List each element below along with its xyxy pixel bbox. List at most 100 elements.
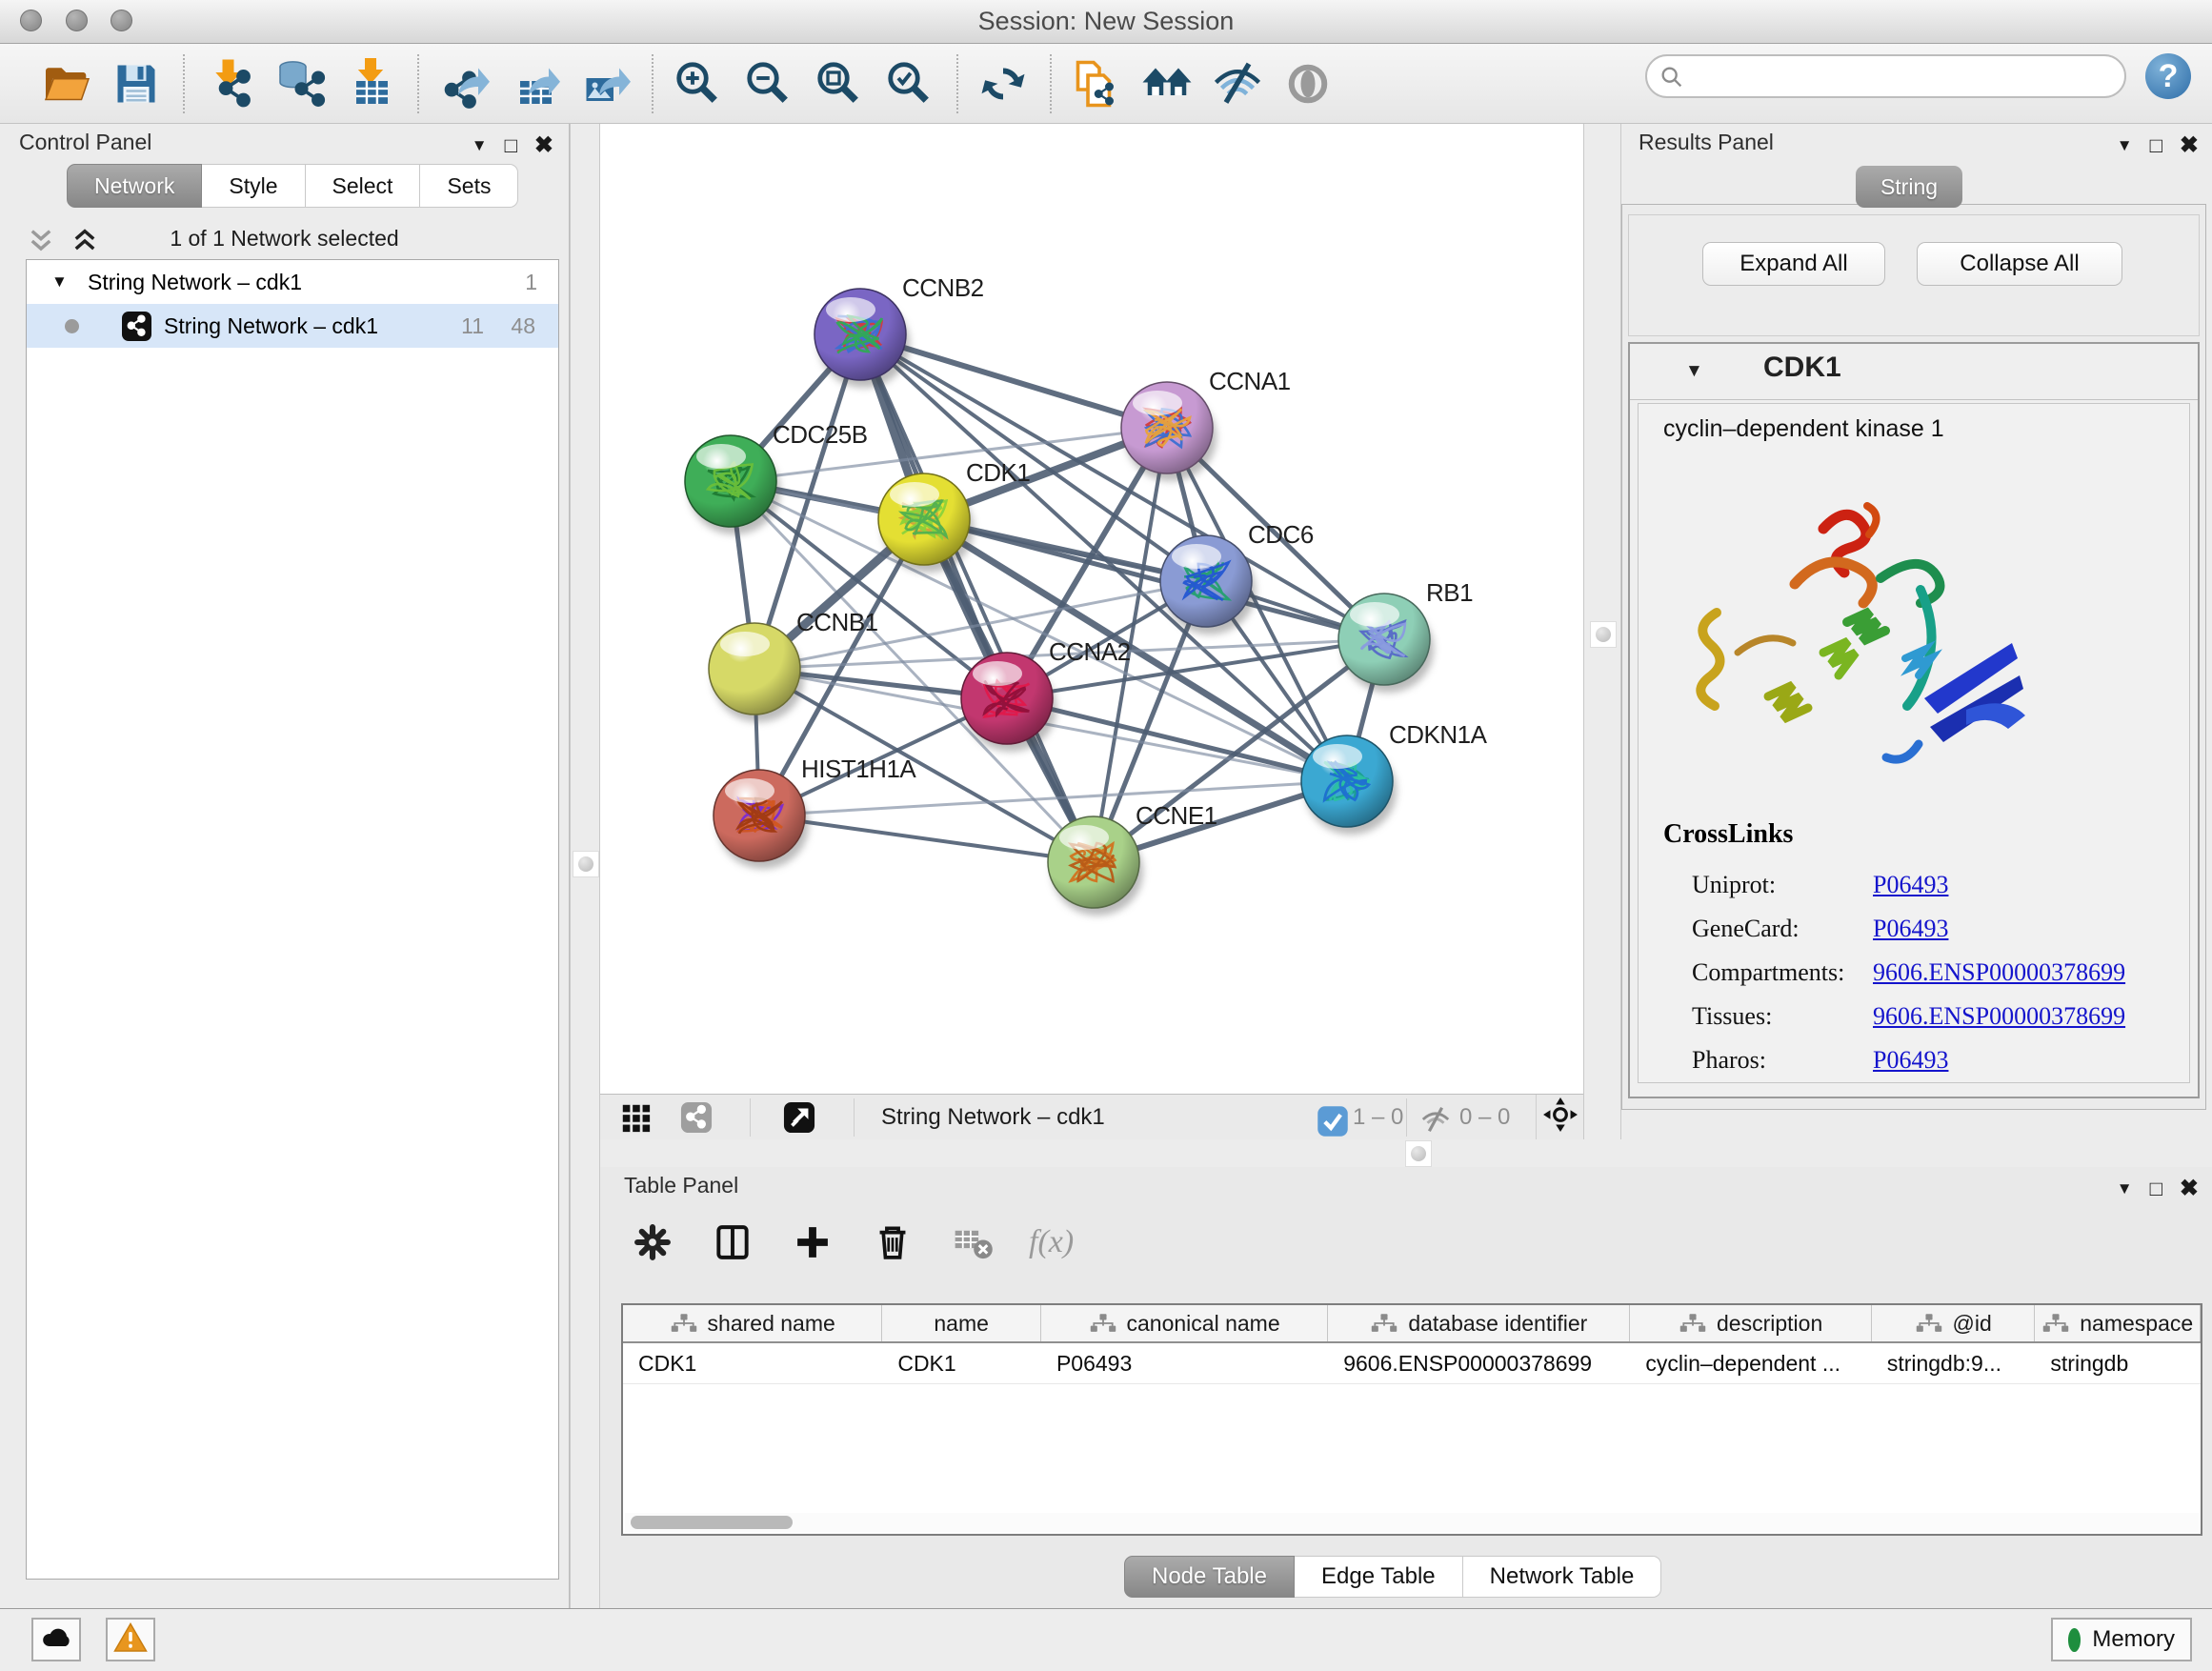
search-box[interactable]	[1645, 54, 2126, 98]
table-cell[interactable]: CDK1	[623, 1343, 882, 1383]
zoom-out-icon[interactable]	[741, 55, 796, 112]
export-network-icon[interactable]	[436, 55, 492, 112]
hidden-elements-icon[interactable]	[1419, 1103, 1452, 1136]
column-type-icon	[1679, 1313, 1707, 1334]
network-node-HIST1H1A[interactable]	[714, 770, 809, 869]
left-splitter-handle[interactable]	[573, 851, 599, 877]
left-splitter[interactable]	[570, 124, 600, 1608]
refresh-icon[interactable]	[975, 55, 1031, 112]
memory-button[interactable]: Memory	[2051, 1618, 2192, 1661]
table-cell[interactable]: stringdb:9...	[1872, 1343, 2036, 1383]
network-node-RB1[interactable]	[1338, 594, 1434, 693]
help-button[interactable]: ?	[2145, 53, 2191, 99]
panel-minimize-icon[interactable]: ▼	[2117, 136, 2133, 155]
selected-nodes-checkbox[interactable]	[1317, 1105, 1342, 1131]
crosshair-icon[interactable]	[1536, 1095, 1584, 1139]
open-folder-icon[interactable]	[38, 55, 93, 112]
import-network-icon[interactable]	[202, 55, 257, 112]
right-splitter-handle[interactable]	[1590, 621, 1617, 648]
clone-network-icon[interactable]	[1069, 55, 1124, 112]
panel-float-icon[interactable]: □	[505, 133, 517, 158]
tree-expand-icon[interactable]: ▼	[51, 260, 68, 304]
warnings-button[interactable]	[106, 1618, 155, 1661]
table-cell[interactable]: stringdb	[2035, 1343, 2201, 1383]
network-node-CDK1[interactable]	[878, 473, 974, 573]
import-table-icon[interactable]	[343, 55, 398, 112]
tab-edge-table[interactable]: Edge Table	[1295, 1556, 1463, 1598]
node-label-HIST1H1A: HIST1H1A	[801, 755, 916, 783]
tab-style[interactable]: Style	[202, 164, 305, 208]
import-database-icon[interactable]	[272, 55, 328, 112]
delete-column-icon[interactable]	[869, 1218, 916, 1266]
tab-network-table[interactable]: Network Table	[1463, 1556, 1662, 1598]
network-node-CCNA1[interactable]	[1121, 382, 1217, 481]
table-cell[interactable]: 9606.ENSP00000378699	[1328, 1343, 1630, 1383]
network-row-selected[interactable]: String Network – cdk1 11 48	[27, 304, 558, 348]
panel-float-icon[interactable]: □	[2150, 133, 2162, 158]
bottom-splitter-handle[interactable]	[1405, 1140, 1432, 1167]
gene-section-header[interactable]: ▼ CDK1	[1630, 344, 2198, 400]
panel-close-icon[interactable]: ✖	[2180, 131, 2199, 159]
table-cell[interactable]: cyclin–dependent ...	[1630, 1343, 1871, 1383]
scrollbar-thumb[interactable]	[631, 1516, 793, 1529]
collapse-caret-icon[interactable]: ▼	[1685, 361, 1703, 382]
network-canvas[interactable]: CCNB2CCNA1CDC25BCDK1CDC6RB1CCNB1CCNA2CDK…	[600, 124, 1583, 1094]
add-column-icon[interactable]	[789, 1218, 836, 1266]
zoom-selected-icon[interactable]	[882, 55, 937, 112]
crosslink-link[interactable]: P06493	[1873, 915, 1948, 943]
hide-selected-icon[interactable]	[1210, 55, 1265, 112]
tab-select[interactable]: Select	[306, 164, 421, 208]
table-cell[interactable]: P06493	[1041, 1343, 1328, 1383]
column-header-namespace[interactable]: namespace	[2035, 1305, 2201, 1341]
tab-network[interactable]: Network	[67, 164, 202, 208]
network-tree: ▼ String Network – cdk1 1 String Network…	[26, 259, 559, 1580]
crosslink-link[interactable]: 9606.ENSP00000378699	[1873, 1002, 2125, 1031]
tab-node-table[interactable]: Node Table	[1124, 1556, 1295, 1598]
network-node-CDC25B[interactable]	[685, 435, 780, 534]
horizontal-scrollbar[interactable]	[625, 1513, 2199, 1532]
node-label-CCNA1: CCNA1	[1209, 367, 1291, 395]
show-columns-icon[interactable]	[709, 1218, 756, 1266]
column-header-database-identifier[interactable]: database identifier	[1328, 1305, 1630, 1341]
network-collection-row[interactable]: ▼ String Network – cdk1 1	[27, 260, 558, 304]
column-header-canonical-name[interactable]: canonical name	[1041, 1305, 1328, 1341]
memory-label: Memory	[2092, 1626, 2175, 1653]
table-settings-icon[interactable]	[629, 1218, 676, 1266]
column-header--id[interactable]: @id	[1872, 1305, 2036, 1341]
table-cell[interactable]: CDK1	[882, 1343, 1041, 1383]
network-node-CCNE1[interactable]	[1048, 816, 1143, 916]
table-toolbar: f(x)	[629, 1213, 1074, 1272]
panel-float-icon[interactable]: □	[2150, 1177, 2162, 1201]
zoom-fit-icon[interactable]	[812, 55, 867, 112]
network-node-CDKN1A[interactable]	[1301, 735, 1397, 835]
birds-eye-view-icon[interactable]	[783, 1101, 815, 1134]
search-input[interactable]	[1693, 60, 2116, 94]
column-header-description[interactable]: description	[1630, 1305, 1871, 1341]
first-neighbors-icon[interactable]	[1139, 55, 1195, 112]
expand-all-button[interactable]: Expand All	[1702, 242, 1885, 286]
column-header-name[interactable]: name	[882, 1305, 1041, 1341]
panel-close-icon[interactable]: ✖	[2180, 1175, 2199, 1202]
panel-minimize-icon[interactable]: ▼	[472, 136, 488, 155]
right-splitter[interactable]	[1583, 124, 1621, 1167]
column-header-shared-name[interactable]: shared name	[623, 1305, 882, 1341]
crosslink-link[interactable]: P06493	[1873, 1046, 1948, 1075]
export-image-icon[interactable]	[577, 55, 633, 112]
panel-close-icon[interactable]: ✖	[534, 131, 553, 159]
show-all-icon[interactable]	[1280, 55, 1336, 112]
table-row[interactable]: CDK1CDK1P064939606.ENSP00000378699cyclin…	[623, 1343, 2201, 1384]
tab-string[interactable]: String	[1856, 166, 1962, 208]
crosslink-link[interactable]: P06493	[1873, 871, 1948, 899]
export-table-icon[interactable]	[507, 55, 562, 112]
collapse-all-button[interactable]: Collapse All	[1917, 242, 2122, 286]
cloud-button[interactable]	[31, 1618, 81, 1661]
tab-sets[interactable]: Sets	[420, 164, 518, 208]
crosslink-link[interactable]: 9606.ENSP00000378699	[1873, 958, 2125, 987]
string-view-icon[interactable]	[680, 1101, 713, 1134]
results-panel-window-icons: ▼ □ ✖	[2117, 131, 2199, 159]
network-node-CDC6[interactable]	[1160, 535, 1256, 634]
zoom-in-icon[interactable]	[671, 55, 726, 112]
grid-view-icon[interactable]	[619, 1101, 652, 1134]
save-icon[interactable]	[109, 55, 164, 112]
panel-minimize-icon[interactable]: ▼	[2117, 1179, 2133, 1198]
